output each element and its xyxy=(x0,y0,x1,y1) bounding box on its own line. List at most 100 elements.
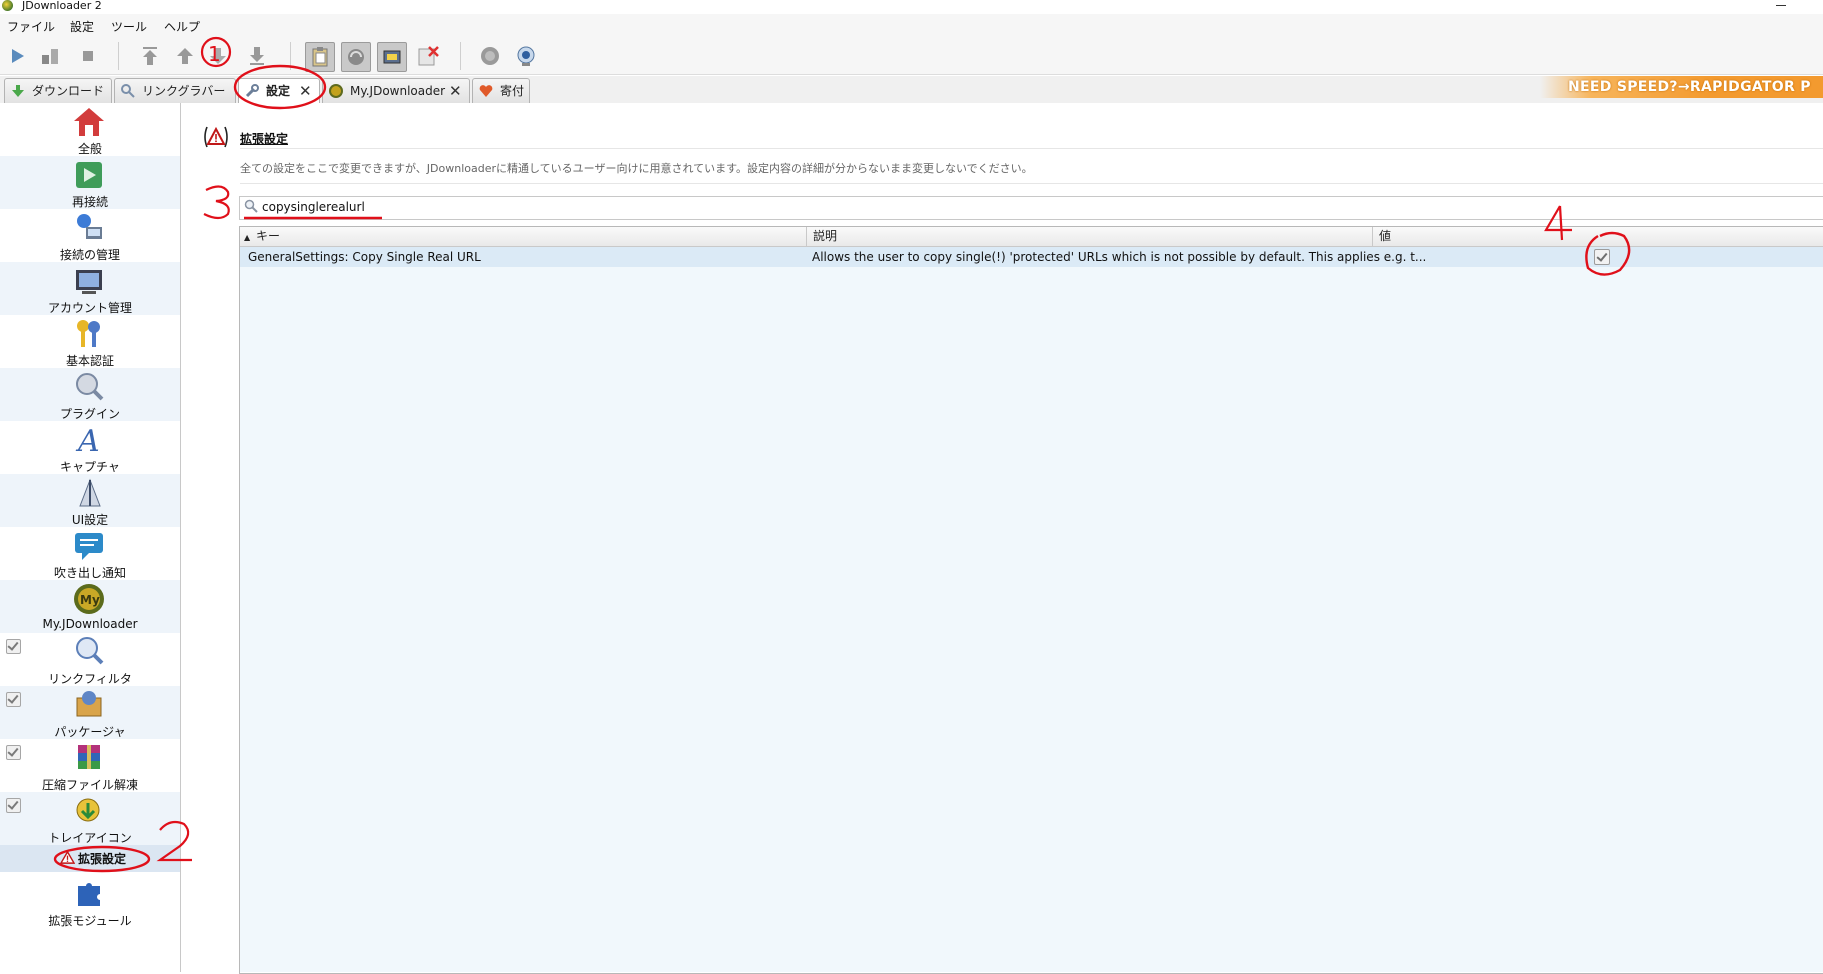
sidebar-item-plugins[interactable]: プラグイン xyxy=(0,368,180,421)
value-checkbox[interactable] xyxy=(1594,249,1610,265)
tab-myjdownloader[interactable]: My.JDownloader ✕ xyxy=(322,78,470,103)
menu-tools[interactable]: ツール xyxy=(111,18,147,35)
tab-settings[interactable]: 設定 ✕ xyxy=(238,78,320,104)
tab-label: リンクグラバー xyxy=(142,84,226,98)
plugin-icon xyxy=(76,373,104,401)
toolbar xyxy=(0,38,1823,75)
sidebar-item-label: パッケージャ xyxy=(54,725,126,739)
divider xyxy=(240,148,1823,149)
sidebar-item-label: 拡張設定 xyxy=(78,852,127,866)
search-icon xyxy=(244,199,258,213)
home-icon xyxy=(74,108,104,136)
move-down-icon[interactable] xyxy=(206,44,230,68)
packager-enabled-checkbox[interactable] xyxy=(6,692,21,707)
ui-settings-icon xyxy=(79,478,101,507)
sidebar-item-label: プラグイン xyxy=(59,407,120,421)
play-icon[interactable] xyxy=(5,44,29,68)
sidebar-item-label: リンクフィルタ xyxy=(48,672,132,686)
toolbar-separator xyxy=(118,42,119,70)
warning-icon xyxy=(204,126,228,148)
tray-icon xyxy=(76,798,100,822)
sidebar-item-label: My.JDownloader xyxy=(42,617,138,631)
clipboard-icon[interactable] xyxy=(305,42,335,72)
disable-premium-icon[interactable] xyxy=(416,44,440,68)
table-body xyxy=(240,267,1823,972)
tab-label: 設定 xyxy=(266,84,291,98)
sidebar-item-label: 全般 xyxy=(77,142,102,156)
account-icon xyxy=(76,270,102,294)
minimize-button[interactable] xyxy=(1772,0,1792,12)
sidebar-item-ui-settings[interactable]: UI設定 xyxy=(0,474,180,527)
page-description: 全ての設定をここで変更できますが、JDownloaderに精通しているユーザー向… xyxy=(240,162,1033,175)
sidebar-item-notifications[interactable]: 吹き出し通知 xyxy=(0,527,180,580)
menu-settings[interactable]: 設定 xyxy=(70,18,94,35)
page-title: 拡張設定 xyxy=(240,132,289,146)
close-icon[interactable]: ✕ xyxy=(449,79,462,103)
column-header-key[interactable]: ▲ キー xyxy=(240,227,807,247)
table-cell-key: GeneralSettings: Copy Single Real URL xyxy=(248,250,481,264)
move-top-icon[interactable] xyxy=(138,44,162,68)
linkgrabber-icon xyxy=(121,84,135,98)
sidebar-item-packager[interactable]: パッケージャ xyxy=(0,686,180,739)
menu-file[interactable]: ファイル xyxy=(7,18,55,35)
sidebar-item-label: 拡張モジュール xyxy=(48,914,132,928)
tab-donate[interactable]: 寄付 xyxy=(472,78,530,103)
menu-bar xyxy=(0,14,1823,38)
column-header-value[interactable]: 値 xyxy=(1373,227,1823,247)
sidebar-item-accounts[interactable]: アカウント管理 xyxy=(0,262,180,315)
sidebar-item-label: UI設定 xyxy=(71,513,109,527)
pause-icon[interactable] xyxy=(38,44,62,68)
sidebar-item-archive-extraction[interactable]: 圧縮ファイル解凍 xyxy=(0,739,180,792)
tab-label: ダウンロード xyxy=(32,84,105,98)
archive-enabled-checkbox[interactable] xyxy=(6,745,21,760)
linkfilter-enabled-checkbox[interactable] xyxy=(6,639,21,654)
sidebar-item-extension-modules[interactable]: 拡張モジュール xyxy=(0,872,180,932)
close-icon[interactable]: ✕ xyxy=(299,79,312,103)
sidebar-item-label: 基本認証 xyxy=(65,354,114,368)
title-bar xyxy=(0,0,1823,14)
captcha-icon: A xyxy=(75,424,100,457)
myjd-icon: My xyxy=(74,584,104,614)
move-up-icon[interactable] xyxy=(173,44,197,68)
window-title: JDownloader 2 xyxy=(22,0,102,12)
sidebar-item-tray-icon[interactable]: トレイアイコン xyxy=(0,792,180,845)
puzzle-icon xyxy=(78,883,100,906)
sidebar-item-connection[interactable]: 接続の管理 xyxy=(0,209,180,262)
promo-text[interactable]: NEED SPEED?→RAPIDGATOR P xyxy=(1568,79,1811,95)
stop-icon[interactable] xyxy=(76,44,100,68)
sidebar-item-label: 再接続 xyxy=(71,195,108,209)
tab-label: 寄付 xyxy=(500,84,525,98)
packager-icon xyxy=(76,691,102,717)
download-icon xyxy=(12,85,24,97)
network-icon xyxy=(77,214,102,239)
sidebar-item-general[interactable]: 全般 xyxy=(0,103,180,156)
tab-download[interactable]: ダウンロード xyxy=(4,78,112,103)
sidebar-item-basic-auth[interactable]: 基本認証 xyxy=(0,315,180,368)
myjd-icon xyxy=(329,84,343,98)
column-header-label: キー xyxy=(256,229,281,243)
sidebar-item-captcha[interactable]: A キャプチャ xyxy=(0,421,180,474)
archive-icon xyxy=(78,745,100,769)
update-icon[interactable] xyxy=(514,44,538,68)
search-input[interactable] xyxy=(262,197,762,217)
sidebar-item-label: 接続の管理 xyxy=(59,248,120,262)
sidebar-item-label: キャプチャ xyxy=(60,460,120,474)
sidebar-item-linkfilter[interactable]: リンクフィルタ xyxy=(0,633,180,686)
column-header-description[interactable]: 説明 xyxy=(807,227,1373,247)
app-logo-icon xyxy=(2,0,13,11)
move-bottom-icon[interactable] xyxy=(245,44,269,68)
tray-enabled-checkbox[interactable] xyxy=(6,798,21,813)
sort-ascending-icon: ▲ xyxy=(244,233,251,242)
tab-linkgrabber[interactable]: リンクグラバー xyxy=(114,78,236,103)
refresh-icon[interactable] xyxy=(478,44,502,68)
divider xyxy=(240,183,1823,184)
reconnect-icon[interactable] xyxy=(341,42,371,72)
silent-mode-icon[interactable] xyxy=(377,42,407,72)
keys-icon xyxy=(77,320,100,347)
menu-help[interactable]: ヘルプ xyxy=(164,18,200,35)
sidebar-item-label: アカウント管理 xyxy=(47,301,132,315)
sidebar-item-reconnect[interactable]: 再接続 xyxy=(0,156,180,209)
column-header-label: 値 xyxy=(1379,229,1392,243)
settings-wrench-icon xyxy=(245,84,259,98)
sidebar-item-myjdownloader[interactable]: My My.JDownloader xyxy=(0,580,180,633)
